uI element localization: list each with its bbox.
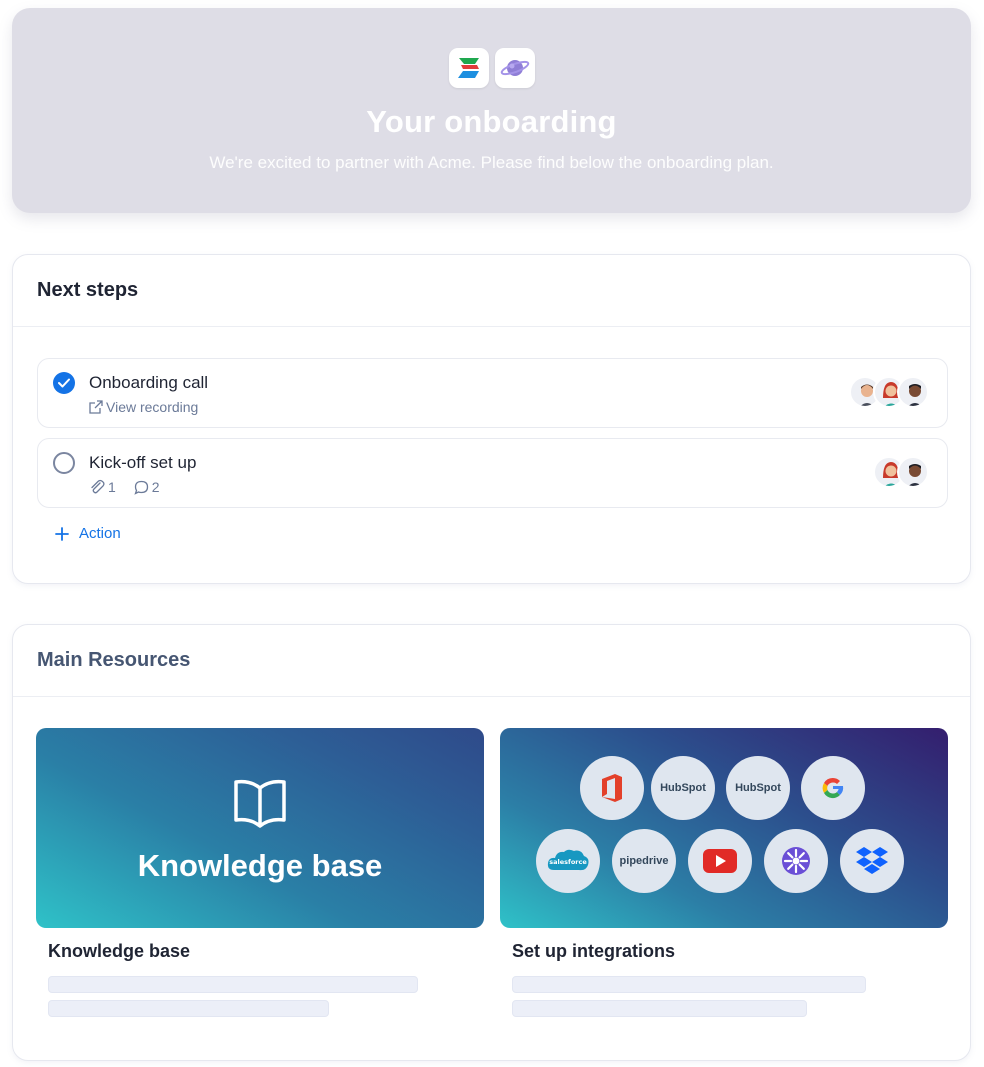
knowledge-base-tile-title: Knowledge base xyxy=(137,848,383,883)
loading-placeholder xyxy=(48,1000,329,1017)
svg-text:salesforce: salesforce xyxy=(549,858,587,866)
youtube-icon xyxy=(688,829,752,893)
knowledge-base-tile[interactable]: Knowledge base xyxy=(36,728,484,928)
page-title: Your onboarding xyxy=(366,104,617,139)
next-steps-card: Next steps Onboarding call View recordin… xyxy=(12,254,971,584)
book-icon xyxy=(234,779,286,828)
salesforce-icon: salesforce xyxy=(536,829,600,893)
avatar xyxy=(897,376,929,408)
hero-logos xyxy=(12,48,971,88)
step-meta: View recording xyxy=(89,399,212,415)
s-brand-logo xyxy=(448,48,489,88)
external-link-icon xyxy=(89,400,103,414)
view-recording-link[interactable]: View recording xyxy=(89,399,198,415)
add-action-button[interactable]: Action xyxy=(55,525,121,542)
step-meta: 1 2 xyxy=(89,479,174,495)
integrations-label[interactable]: Set up integrations xyxy=(512,941,675,962)
unchecked-checkbox-icon[interactable] xyxy=(53,452,75,474)
pipedrive-icon: pipedrive xyxy=(612,829,676,893)
assignee-avatars xyxy=(873,456,929,488)
main-resources-heading: Main Resources xyxy=(13,625,970,697)
step-row-onboarding-call[interactable]: Onboarding call View recording xyxy=(37,358,948,428)
onboarding-hero: Your onboarding We're excited to partner… xyxy=(12,8,971,213)
knowledge-base-label[interactable]: Knowledge base xyxy=(48,941,190,962)
main-resources-card: Main Resources Knowledge base HubSpot Hu… xyxy=(12,624,971,1061)
page-subtitle: We're excited to partner with Acme. Plea… xyxy=(209,153,774,172)
paperclip-icon xyxy=(91,479,105,494)
attachments-count[interactable]: 1 xyxy=(89,479,116,495)
hubspot-icon: HubSpot xyxy=(651,756,715,820)
plus-icon xyxy=(55,526,69,541)
hubspot-icon: HubSpot xyxy=(726,756,790,820)
step-title[interactable]: Kick-off set up xyxy=(89,453,196,473)
step-row-kick-off[interactable]: Kick-off set up 1 2 xyxy=(37,438,948,508)
loading-placeholder xyxy=(512,1000,807,1017)
avatar xyxy=(897,456,929,488)
planet-logo xyxy=(494,48,535,88)
loading-placeholder xyxy=(512,976,866,993)
checked-checkbox-icon[interactable] xyxy=(53,372,75,394)
next-steps-heading: Next steps xyxy=(13,255,970,327)
step-title[interactable]: Onboarding call xyxy=(89,373,208,393)
loading-placeholder xyxy=(48,976,418,993)
comment-icon xyxy=(134,480,148,495)
comments-count[interactable]: 2 xyxy=(134,479,160,495)
integrations-tile[interactable]: HubSpot HubSpot salesforce pipedrive xyxy=(500,728,948,928)
add-action-label[interactable]: Action xyxy=(79,525,121,542)
office-icon xyxy=(580,756,644,820)
view-recording-label[interactable]: View recording xyxy=(106,399,198,415)
dropbox-icon xyxy=(840,829,904,893)
google-icon xyxy=(801,756,865,820)
assignee-avatars xyxy=(849,376,929,408)
sunburst-icon xyxy=(764,829,828,893)
